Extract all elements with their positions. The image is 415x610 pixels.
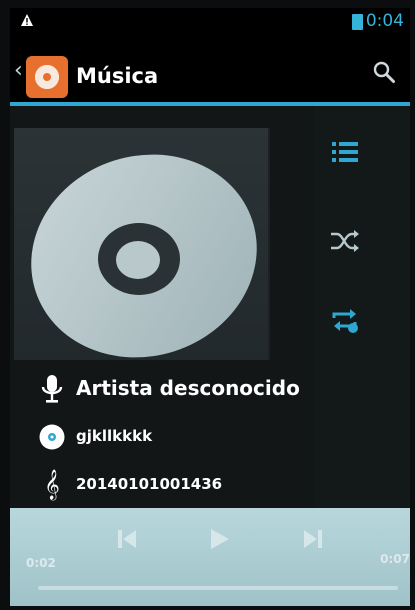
action-bar: ‹ Música — [10, 36, 410, 106]
warning-icon — [21, 14, 33, 26]
next-icon[interactable] — [300, 526, 326, 552]
search-icon[interactable] — [372, 60, 396, 84]
artist-name: Artista desconocido — [76, 376, 300, 400]
status-bar: 0:04 — [10, 8, 410, 36]
repeat-icon[interactable] — [328, 302, 362, 336]
queue-list-icon[interactable] — [328, 136, 362, 170]
side-action-column — [314, 106, 410, 508]
microphone-icon — [41, 375, 63, 403]
now-playing-panel: Artista desconocido gjkllkkkk 𝄞 20140101… — [10, 106, 410, 508]
treble-clef-icon: 𝄞 — [44, 470, 60, 500]
battery-icon — [352, 14, 363, 30]
disc-icon — [39, 424, 65, 450]
back-chevron-icon[interactable]: ‹ — [14, 58, 23, 83]
title-row: 𝄞 20140101001436 — [10, 464, 310, 506]
track-title: 20140101001436 — [76, 475, 223, 493]
play-icon[interactable] — [206, 526, 232, 552]
music-app-icon[interactable] — [26, 56, 68, 98]
shuffle-icon[interactable] — [328, 224, 362, 258]
music-player-screen: 0:04 ‹ Música Artista desconocido gjkllk… — [10, 8, 410, 606]
current-time: 0:02 — [26, 556, 56, 570]
artist-row: Artista desconocido — [10, 368, 310, 410]
album-art[interactable] — [14, 128, 270, 360]
album-row: gjkllkkkk — [10, 416, 310, 458]
app-title: Música — [76, 64, 159, 88]
total-time: 0:07 — [380, 552, 410, 566]
status-time: 0:04 — [365, 11, 404, 31]
previous-icon[interactable] — [114, 526, 140, 552]
seek-bar[interactable] — [38, 586, 398, 590]
disc-artwork-icon — [31, 154, 257, 358]
playback-bar: 0:02 0:07 — [10, 508, 410, 606]
album-name: gjkllkkkk — [76, 427, 153, 445]
